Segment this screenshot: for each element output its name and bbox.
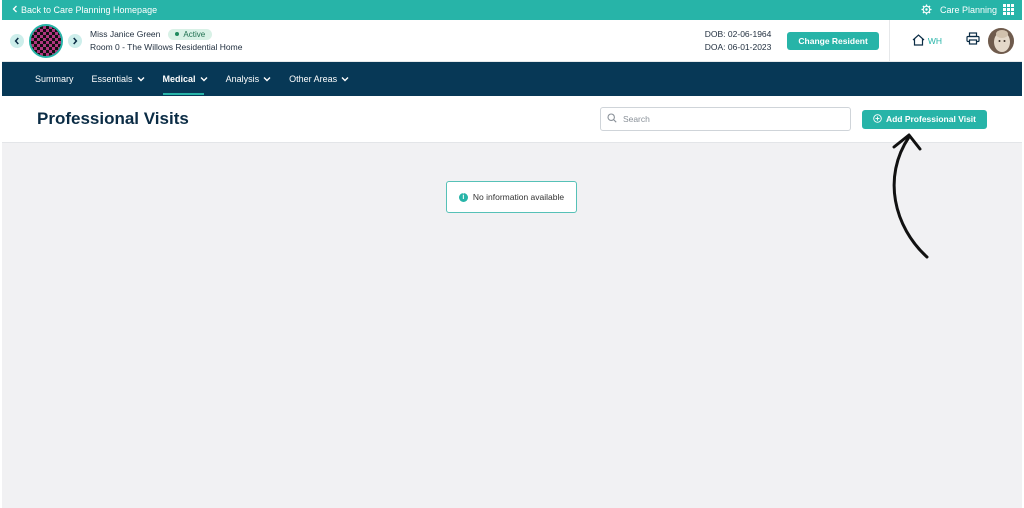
nav-other-areas[interactable]: Other Areas [289, 62, 349, 96]
nav-medical-label: Medical [162, 74, 196, 84]
search-input[interactable] [622, 114, 833, 124]
search-icon [607, 110, 617, 128]
nav-medical[interactable]: Medical [162, 62, 208, 96]
chevron-left-icon [14, 32, 20, 50]
chevron-down-icon [137, 74, 145, 84]
resident-name: Miss Janice Green [90, 28, 161, 39]
resident-dates: DOB: 02-06-1964 DOA: 06-01-2023 [705, 28, 772, 54]
print-button[interactable] [966, 31, 980, 50]
annotation-arrow [892, 133, 929, 259]
nav-essentials-label: Essentials [91, 74, 133, 84]
chevron-down-icon [341, 74, 349, 84]
user-avatar[interactable] [988, 27, 1014, 54]
status-label: Active [183, 29, 206, 39]
main-content: i No information available [2, 143, 1022, 508]
resident-room: Room 0 - The Willows Residential Home [90, 41, 243, 52]
search-box [599, 107, 851, 131]
resident-info: Miss Janice Green Active Room 0 - The Wi… [90, 28, 242, 54]
chevron-left-icon [12, 5, 18, 15]
chevron-down-icon [200, 74, 208, 84]
home-icon [912, 33, 925, 48]
nav-essentials[interactable]: Essentials [92, 62, 145, 96]
change-resident-button[interactable]: Change Resident [787, 31, 879, 50]
empty-state: i No information available [446, 181, 577, 213]
back-link[interactable]: Back to Care Planning Homepage [12, 5, 157, 15]
resident-avatar [29, 23, 63, 58]
empty-state-message: No information available [472, 192, 565, 202]
nav-analysis-label: Analysis [225, 74, 260, 84]
page-title: Professional Visits [37, 109, 189, 128]
plus-circle-icon [873, 113, 882, 125]
chevron-right-icon [72, 32, 78, 50]
next-resident-button[interactable] [68, 32, 82, 50]
previous-resident-button[interactable] [10, 32, 24, 50]
doa-text: DOA: 06-01-2023 [704, 41, 772, 52]
nav-summary-label: Summary [35, 74, 74, 84]
status-badge: Active [168, 28, 213, 40]
top-bar: Back to Care Planning Homepage Care Plan… [2, 0, 1022, 20]
app-frame: Back to Care Planning Homepage Care Plan… [2, 0, 1022, 508]
back-link-label: Back to Care Planning Homepage [21, 5, 158, 15]
resident-header: Miss Janice Green Active Room 0 - The Wi… [2, 19, 1022, 62]
nav-analysis[interactable]: Analysis [226, 62, 272, 96]
app-switcher-label: Care Planning [939, 5, 997, 15]
add-professional-visit-button[interactable]: Add Professional Visit [861, 109, 987, 129]
header-divider [888, 19, 890, 62]
grid-icon [1003, 3, 1014, 17]
home-button[interactable]: WH [912, 33, 942, 48]
add-professional-visit-label: Add Professional Visit [885, 114, 976, 124]
chevron-down-icon [263, 74, 271, 84]
dob-text: DOB: 02-06-1964 [704, 28, 772, 39]
page-header: Professional Visits Add Professional Vis… [2, 96, 1022, 143]
print-icon [966, 31, 980, 50]
info-icon: i [458, 192, 468, 202]
settings-icon[interactable] [921, 3, 932, 17]
status-dot-icon [175, 32, 180, 36]
main-nav: Summary Essentials Medical Analysis Othe… [2, 62, 1022, 96]
nav-summary[interactable]: Summary [35, 62, 74, 96]
app-switcher[interactable]: Care Planning [939, 3, 1014, 17]
home-code: WH [927, 35, 942, 46]
nav-other-areas-label: Other Areas [289, 74, 338, 84]
